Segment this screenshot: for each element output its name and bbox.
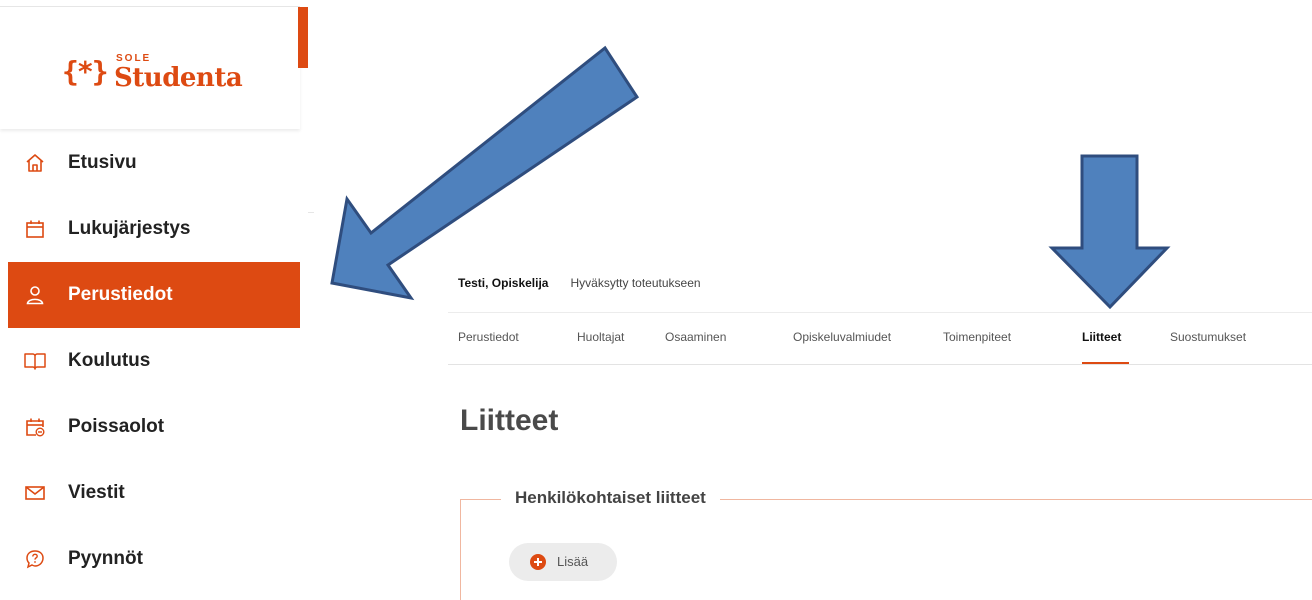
tab-huoltajat[interactable]: Huoltajat bbox=[577, 330, 624, 344]
student-name: Testi, Opiskelija bbox=[458, 276, 549, 290]
add-button-label: Lisää bbox=[557, 554, 589, 569]
sidebar-item-label: Koulutus bbox=[68, 350, 151, 371]
logo-mark-icon: {*} bbox=[62, 55, 109, 88]
sidebar-item-poissaolot[interactable]: Poissaolot bbox=[8, 394, 300, 460]
studenta-logo[interactable]: {*} SOLE Studenta bbox=[62, 51, 252, 101]
sidebar-item-label: Pyynnöt bbox=[68, 548, 143, 569]
sidebar-edge-divider bbox=[308, 212, 314, 213]
sidebar-item-lukujarjestys[interactable]: Lukujärjestys bbox=[8, 196, 300, 262]
tab-suostumukset[interactable]: Suostumukset bbox=[1170, 330, 1246, 344]
tab-opiskeluvalmiudet[interactable]: Opiskeluvalmiudet bbox=[793, 330, 891, 344]
sidebar-item-label: Perustiedot bbox=[68, 284, 173, 305]
mail-icon bbox=[24, 482, 46, 504]
calendar-icon bbox=[24, 218, 46, 240]
home-icon bbox=[24, 152, 46, 174]
question-bubble-icon bbox=[24, 548, 46, 570]
tab-liitteet[interactable]: Liitteet bbox=[1082, 330, 1121, 344]
sidebar-item-label: Viestit bbox=[68, 482, 125, 503]
tab-toimenpiteet[interactable]: Toimenpiteet bbox=[943, 330, 1011, 344]
sidebar-item-koulutus[interactable]: Koulutus bbox=[8, 328, 300, 394]
sidebar-item-etusivu[interactable]: Etusivu bbox=[8, 130, 300, 196]
section-title: Henkilökohtaiset liitteet bbox=[501, 488, 720, 508]
student-header: Testi, Opiskelija Hyväksytty toteutukseen bbox=[458, 276, 701, 290]
sidebar: {*} SOLE Studenta Etusivu Lukujärjestys … bbox=[0, 0, 308, 596]
tab-perustiedot[interactable]: Perustiedot bbox=[458, 330, 519, 344]
sidebar-item-label: Lukujärjestys bbox=[68, 218, 191, 239]
plus-circle-icon bbox=[530, 554, 546, 570]
sidebar-item-perustiedot[interactable]: Perustiedot bbox=[8, 262, 300, 328]
student-status: Hyväksytty toteutukseen bbox=[570, 276, 701, 290]
user-icon bbox=[24, 284, 46, 306]
calendar-absence-icon bbox=[24, 416, 46, 438]
book-icon bbox=[24, 350, 46, 372]
main-content: Testi, Opiskelija Hyväksytty toteutukseen… bbox=[448, 0, 1312, 600]
attachments-section: Henkilökohtaiset liitteet Lisää bbox=[460, 488, 1312, 600]
tabs-top-divider bbox=[448, 312, 1312, 313]
add-attachment-button[interactable]: Lisää bbox=[509, 543, 617, 581]
page-title: Liitteet bbox=[460, 404, 559, 437]
sidebar-item-pyynnot[interactable]: Pyynnöt bbox=[8, 526, 300, 592]
logo-brand-text: Studenta bbox=[114, 63, 243, 93]
logo-accent-bar bbox=[298, 7, 308, 68]
sidebar-item-viestit[interactable]: Viestit bbox=[8, 460, 300, 526]
sidebar-item-label: Poissaolot bbox=[68, 416, 165, 437]
tabs-bottom-divider bbox=[448, 364, 1312, 365]
tab-osaaminen[interactable]: Osaaminen bbox=[665, 330, 726, 344]
sidebar-item-label: Etusivu bbox=[68, 152, 137, 173]
logo-header: {*} SOLE Studenta bbox=[0, 7, 300, 129]
